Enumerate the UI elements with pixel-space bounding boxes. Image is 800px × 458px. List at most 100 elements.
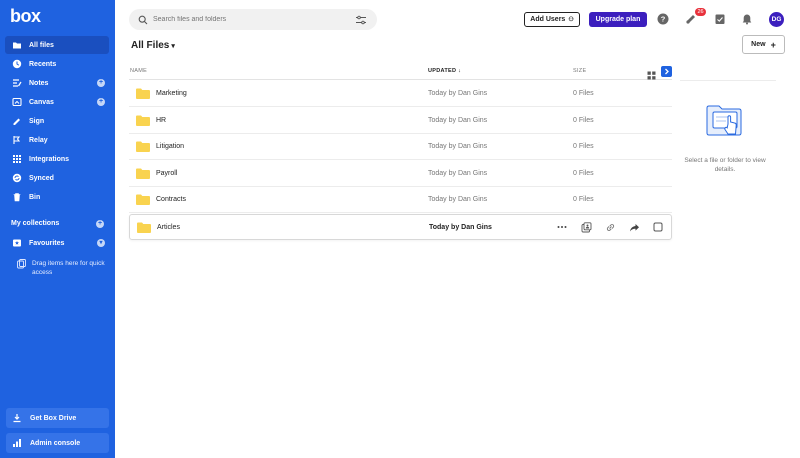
arrow-down-icon: ↓ — [458, 68, 462, 74]
page-title[interactable]: All Files ▾ — [131, 40, 175, 51]
search-input[interactable] — [153, 16, 355, 23]
column-header-name[interactable]: NAME — [130, 68, 147, 74]
admin-console-button[interactable]: Admin console — [6, 433, 109, 453]
chevron-right-icon — [665, 68, 669, 75]
sidebar: box All files Recents Notes + Canvas + S… — [0, 0, 115, 458]
folder-icon — [136, 168, 150, 179]
drag-items-hint: Drag items here for quick access — [17, 259, 109, 277]
table-header: NAME UPDATED ↓ SIZE — [129, 64, 672, 80]
search-bar[interactable] — [129, 9, 377, 30]
column-header-updated[interactable]: UPDATED ↓ — [428, 68, 461, 74]
file-name[interactable]: HR — [156, 117, 166, 124]
size-value: 0 Files — [573, 143, 594, 150]
drag-target-icon — [17, 259, 26, 277]
notes-icon — [12, 78, 22, 88]
file-name[interactable]: Marketing — [156, 90, 187, 97]
sidebar-item-recents[interactable]: Recents — [5, 55, 109, 73]
sidebar-item-integrations[interactable]: Integrations — [5, 150, 109, 168]
select-file-illustration-icon — [706, 105, 742, 136]
details-divider — [680, 80, 776, 81]
grid-view-icon[interactable] — [647, 67, 656, 80]
search-icon — [138, 15, 148, 24]
table-row[interactable]: HR Today by Dan Gins 0 Files — [129, 108, 672, 134]
select-checkbox[interactable] — [652, 221, 664, 233]
size-value: 0 Files — [573, 117, 594, 124]
folder-icon — [137, 222, 151, 233]
collapse-favourites-icon[interactable]: ▾ — [97, 239, 105, 247]
updated-value: Today by Dan Gins — [429, 224, 492, 231]
svg-text:?: ? — [661, 15, 666, 24]
bell-icon[interactable] — [741, 13, 753, 25]
sidebar-item-notes[interactable]: Notes + — [5, 74, 109, 92]
tasks-icon[interactable] — [714, 13, 726, 25]
sidebar-item-label: Recents — [29, 60, 57, 68]
link-icon[interactable] — [604, 221, 616, 233]
updated-value: Today by Dan Gins — [428, 90, 488, 97]
clock-icon — [12, 59, 22, 69]
file-name[interactable]: Litigation — [156, 143, 184, 150]
folder-icon — [12, 40, 22, 50]
details-empty-text: Select a file or folder to view details. — [684, 157, 766, 173]
table-row[interactable]: Payroll Today by Dan Gins 0 Files — [129, 161, 672, 187]
sidebar-item-label: Sign — [29, 117, 45, 125]
row-actions — [556, 221, 676, 233]
sidebar-item-all-files[interactable]: All files — [5, 36, 109, 54]
updated-value: Today by Dan Gins — [428, 143, 488, 150]
folder-icon — [136, 115, 150, 126]
avatar[interactable]: DG — [769, 12, 784, 27]
sign-icon — [12, 116, 22, 126]
sidebar-item-label: Favourites — [29, 239, 65, 247]
table-row[interactable]: Marketing Today by Dan Gins 0 Files — [129, 81, 672, 107]
sidebar-item-label: Canvas — [29, 98, 54, 106]
sidebar-item-bin[interactable]: Bin — [5, 188, 109, 206]
relay-icon — [12, 135, 22, 145]
sidebar-item-label: All files — [29, 41, 54, 49]
chevron-down-icon: ▾ — [171, 42, 175, 50]
column-header-size[interactable]: SIZE — [573, 68, 586, 74]
table-row[interactable]: Litigation Today by Dan Gins 0 Files — [129, 134, 672, 160]
sidebar-item-favourites[interactable]: Favourites ▾ — [5, 234, 109, 252]
add-canvas-icon[interactable]: + — [97, 98, 105, 106]
sidebar-item-label: Synced — [29, 174, 54, 182]
get-box-drive-button[interactable]: Get Box Drive — [6, 408, 109, 428]
updated-value: Today by Dan Gins — [428, 196, 488, 203]
bar-chart-icon — [12, 438, 22, 448]
file-name[interactable]: Contracts — [156, 196, 186, 203]
toggle-sidebar-button[interactable] — [661, 66, 672, 77]
upgrade-plan-button[interactable]: Upgrade plan — [589, 12, 647, 27]
canvas-icon — [12, 97, 22, 107]
table-row[interactable]: Contracts Today by Dan Gins 0 Files — [129, 187, 672, 213]
file-name[interactable]: Payroll — [156, 170, 177, 177]
sidebar-item-relay[interactable]: Relay — [5, 131, 109, 149]
file-name[interactable]: Articles — [157, 224, 180, 231]
updated-value: Today by Dan Gins — [428, 170, 488, 177]
collaborate-icon[interactable] — [580, 221, 592, 233]
more-options-icon[interactable] — [556, 221, 568, 233]
size-value: 0 Files — [573, 170, 594, 177]
sidebar-item-label: Integrations — [29, 155, 70, 163]
sidebar-item-label: Relay — [29, 136, 48, 144]
users-icon: ⚇ — [568, 17, 574, 23]
size-value: 0 Files — [573, 196, 594, 203]
favourites-icon — [12, 238, 22, 248]
sidebar-item-sign[interactable]: Sign — [5, 112, 109, 130]
box-logo[interactable]: box — [10, 6, 41, 27]
sidebar-item-label: Notes — [29, 79, 49, 87]
sync-icon — [12, 173, 22, 183]
share-icon[interactable] — [628, 221, 640, 233]
sidebar-item-synced[interactable]: Synced — [5, 169, 109, 187]
folder-icon — [136, 88, 150, 99]
add-collection-icon[interactable]: + — [96, 220, 104, 228]
help-icon[interactable]: ? — [657, 13, 669, 25]
new-button[interactable]: New + — [742, 35, 785, 54]
add-note-icon[interactable]: + — [97, 79, 105, 87]
folder-icon — [136, 141, 150, 152]
sidebar-item-canvas[interactable]: Canvas + — [5, 93, 109, 111]
grid-icon — [12, 154, 22, 164]
my-collections-label: My collections — [11, 220, 60, 227]
table-row-hovered[interactable]: Articles Today by Dan Gins — [129, 214, 672, 240]
updated-value: Today by Dan Gins — [428, 117, 488, 124]
add-users-button[interactable]: Add Users ⚇ — [524, 12, 580, 27]
filter-icon[interactable] — [355, 15, 367, 25]
size-value: 0 Files — [573, 90, 594, 97]
